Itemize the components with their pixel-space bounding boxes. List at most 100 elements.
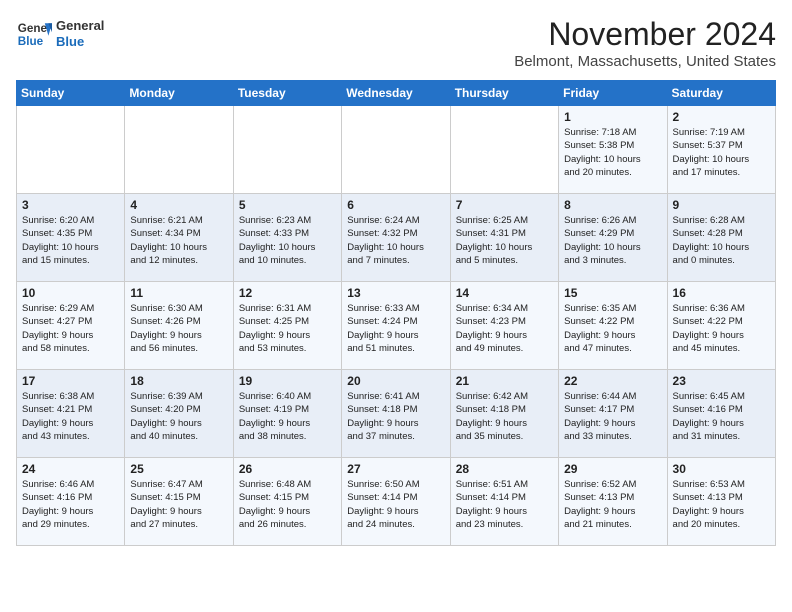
calendar-cell: 9 Sunrise: 6:28 AM Sunset: 4:28 PM Daylig…	[667, 194, 775, 282]
svg-text:Blue: Blue	[18, 35, 44, 48]
weekday-header: Sunday	[17, 81, 125, 106]
day-number: 7	[456, 198, 553, 212]
day-number: 6	[347, 198, 444, 212]
location-title: Belmont, Massachusetts, United States	[514, 53, 776, 70]
calendar-cell: 16 Sunrise: 6:36 AM Sunset: 4:22 PM Dayli…	[667, 282, 775, 370]
calendar-cell: 4 Sunrise: 6:21 AM Sunset: 4:34 PM Daylig…	[125, 194, 233, 282]
day-number: 14	[456, 286, 553, 300]
day-number: 16	[673, 286, 770, 300]
day-number: 25	[130, 462, 227, 476]
calendar-cell: 25Sunrise: 6:47 AM Sunset: 4:15 PM Dayli…	[125, 458, 233, 546]
calendar-cell: 30Sunrise: 6:53 AM Sunset: 4:13 PM Dayli…	[667, 458, 775, 546]
calendar-cell: 19Sunrise: 6:40 AM Sunset: 4:19 PM Dayli…	[233, 370, 341, 458]
calendar-cell: 21 Sunrise: 6:42 AM Sunset: 4:18 PM Dayli…	[450, 370, 558, 458]
calendar-cell: 17Sunrise: 6:38 AM Sunset: 4:21 PM Dayli…	[17, 370, 125, 458]
calendar-cell	[450, 106, 558, 194]
day-number: 9	[673, 198, 770, 212]
day-info: Sunrise: 6:36 AM Sunset: 4:22 PM Dayligh…	[673, 302, 770, 355]
calendar-cell: 27 Sunrise: 6:50 AM Sunset: 4:14 PM Dayli…	[342, 458, 450, 546]
calendar-cell: 11 Sunrise: 6:30 AM Sunset: 4:26 PM Dayli…	[125, 282, 233, 370]
day-info: Sunrise: 6:45 AM Sunset: 4:16 PM Dayligh…	[673, 390, 770, 443]
day-info: Sunrise: 6:31 AM Sunset: 4:25 PM Dayligh…	[239, 302, 336, 355]
calendar-body: 1Sunrise: 7:18 AM Sunset: 5:38 PM Daylig…	[17, 106, 776, 546]
day-number: 10	[22, 286, 119, 300]
weekday-header: Thursday	[450, 81, 558, 106]
calendar-cell	[125, 106, 233, 194]
day-number: 21	[456, 374, 553, 388]
day-number: 4	[130, 198, 227, 212]
calendar-week: 10Sunrise: 6:29 AM Sunset: 4:27 PM Dayli…	[17, 282, 776, 370]
weekday-header: Saturday	[667, 81, 775, 106]
weekday-header: Friday	[559, 81, 667, 106]
calendar-cell: 22 Sunrise: 6:44 AM Sunset: 4:17 PM Dayli…	[559, 370, 667, 458]
calendar-cell: 18Sunrise: 6:39 AM Sunset: 4:20 PM Dayli…	[125, 370, 233, 458]
day-number: 8	[564, 198, 661, 212]
calendar-week: 3 Sunrise: 6:20 AM Sunset: 4:35 PM Daylig…	[17, 194, 776, 282]
calendar-cell: 20 Sunrise: 6:41 AM Sunset: 4:18 PM Dayli…	[342, 370, 450, 458]
day-info: Sunrise: 6:21 AM Sunset: 4:34 PM Dayligh…	[130, 214, 227, 267]
day-number: 27	[347, 462, 444, 476]
calendar-week: 24 Sunrise: 6:46 AM Sunset: 4:16 PM Dayli…	[17, 458, 776, 546]
day-number: 24	[22, 462, 119, 476]
calendar-cell: 15Sunrise: 6:35 AM Sunset: 4:22 PM Dayli…	[559, 282, 667, 370]
day-number: 12	[239, 286, 336, 300]
weekday-header: Wednesday	[342, 81, 450, 106]
calendar-cell: 13Sunrise: 6:33 AM Sunset: 4:24 PM Dayli…	[342, 282, 450, 370]
day-number: 28	[456, 462, 553, 476]
day-number: 29	[564, 462, 661, 476]
day-info: Sunrise: 6:20 AM Sunset: 4:35 PM Dayligh…	[22, 214, 119, 267]
day-info: Sunrise: 7:19 AM Sunset: 5:37 PM Dayligh…	[673, 126, 770, 179]
day-number: 22	[564, 374, 661, 388]
page-header: General Blue General Blue November 2024 …	[16, 16, 776, 70]
day-number: 20	[347, 374, 444, 388]
day-info: Sunrise: 6:34 AM Sunset: 4:23 PM Dayligh…	[456, 302, 553, 355]
calendar-cell	[342, 106, 450, 194]
day-info: Sunrise: 6:24 AM Sunset: 4:32 PM Dayligh…	[347, 214, 444, 267]
day-number: 18	[130, 374, 227, 388]
day-number: 3	[22, 198, 119, 212]
calendar-cell: 23 Sunrise: 6:45 AM Sunset: 4:16 PM Dayli…	[667, 370, 775, 458]
day-info: Sunrise: 6:33 AM Sunset: 4:24 PM Dayligh…	[347, 302, 444, 355]
calendar-cell: 12 Sunrise: 6:31 AM Sunset: 4:25 PM Dayli…	[233, 282, 341, 370]
calendar-cell: 5 Sunrise: 6:23 AM Sunset: 4:33 PM Daylig…	[233, 194, 341, 282]
calendar-cell: 2 Sunrise: 7:19 AM Sunset: 5:37 PM Daylig…	[667, 106, 775, 194]
day-number: 30	[673, 462, 770, 476]
title-block: November 2024 Belmont, Massachusetts, Un…	[514, 16, 776, 70]
logo: General Blue General Blue	[16, 16, 104, 52]
day-info: Sunrise: 6:48 AM Sunset: 4:15 PM Dayligh…	[239, 478, 336, 531]
day-info: Sunrise: 6:41 AM Sunset: 4:18 PM Dayligh…	[347, 390, 444, 443]
day-info: Sunrise: 6:23 AM Sunset: 4:33 PM Dayligh…	[239, 214, 336, 267]
calendar-week: 1Sunrise: 7:18 AM Sunset: 5:38 PM Daylig…	[17, 106, 776, 194]
calendar-cell	[17, 106, 125, 194]
calendar-cell: 28 Sunrise: 6:51 AM Sunset: 4:14 PM Dayli…	[450, 458, 558, 546]
day-number: 5	[239, 198, 336, 212]
day-number: 2	[673, 110, 770, 124]
day-info: Sunrise: 6:51 AM Sunset: 4:14 PM Dayligh…	[456, 478, 553, 531]
day-info: Sunrise: 6:42 AM Sunset: 4:18 PM Dayligh…	[456, 390, 553, 443]
logo-blue-text: Blue	[56, 34, 104, 50]
day-info: Sunrise: 6:40 AM Sunset: 4:19 PM Dayligh…	[239, 390, 336, 443]
month-title: November 2024	[514, 16, 776, 53]
day-info: Sunrise: 6:26 AM Sunset: 4:29 PM Dayligh…	[564, 214, 661, 267]
calendar-header: SundayMondayTuesdayWednesdayThursdayFrid…	[17, 81, 776, 106]
day-info: Sunrise: 6:44 AM Sunset: 4:17 PM Dayligh…	[564, 390, 661, 443]
calendar-cell: 6 Sunrise: 6:24 AM Sunset: 4:32 PM Daylig…	[342, 194, 450, 282]
calendar-cell	[233, 106, 341, 194]
day-info: Sunrise: 6:50 AM Sunset: 4:14 PM Dayligh…	[347, 478, 444, 531]
day-info: Sunrise: 6:52 AM Sunset: 4:13 PM Dayligh…	[564, 478, 661, 531]
calendar-cell: 7Sunrise: 6:25 AM Sunset: 4:31 PM Daylig…	[450, 194, 558, 282]
day-info: Sunrise: 6:35 AM Sunset: 4:22 PM Dayligh…	[564, 302, 661, 355]
day-number: 11	[130, 286, 227, 300]
calendar-cell: 1Sunrise: 7:18 AM Sunset: 5:38 PM Daylig…	[559, 106, 667, 194]
weekday-header: Monday	[125, 81, 233, 106]
day-number: 17	[22, 374, 119, 388]
day-number: 26	[239, 462, 336, 476]
day-number: 23	[673, 374, 770, 388]
calendar-table: SundayMondayTuesdayWednesdayThursdayFrid…	[16, 80, 776, 546]
calendar-cell: 3 Sunrise: 6:20 AM Sunset: 4:35 PM Daylig…	[17, 194, 125, 282]
calendar-cell: 14 Sunrise: 6:34 AM Sunset: 4:23 PM Dayli…	[450, 282, 558, 370]
day-info: Sunrise: 6:30 AM Sunset: 4:26 PM Dayligh…	[130, 302, 227, 355]
calendar-cell: 10Sunrise: 6:29 AM Sunset: 4:27 PM Dayli…	[17, 282, 125, 370]
day-info: Sunrise: 6:46 AM Sunset: 4:16 PM Dayligh…	[22, 478, 119, 531]
day-info: Sunrise: 6:28 AM Sunset: 4:28 PM Dayligh…	[673, 214, 770, 267]
